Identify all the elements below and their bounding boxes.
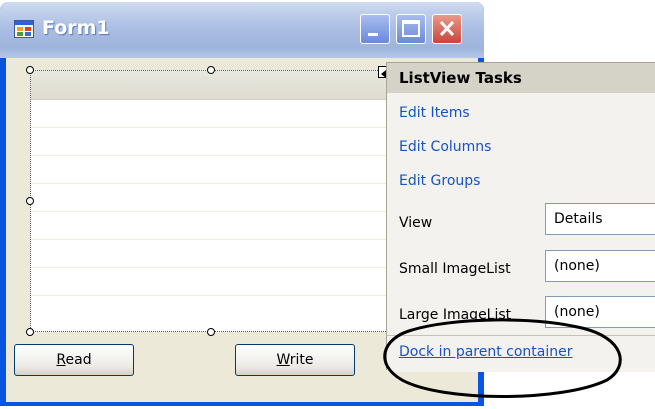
large-imagelist-dropdown[interactable]: (none) — [545, 296, 655, 328]
dock-section: Dock in parent container — [387, 335, 655, 372]
resize-handle-bottom[interactable] — [207, 328, 215, 336]
list-view-header — [31, 71, 391, 100]
close-icon — [439, 20, 455, 37]
dock-in-parent-container-link[interactable]: Dock in parent container — [399, 344, 573, 360]
large-imagelist-label: Large ImageList — [399, 307, 512, 323]
write-button[interactable]: Write — [235, 344, 355, 376]
list-row-line — [31, 267, 391, 268]
list-row-line — [31, 239, 391, 240]
list-row-line — [31, 127, 391, 128]
read-button[interactable]: Read — [14, 344, 134, 376]
window-title: Form1 — [42, 17, 110, 39]
edit-columns-link[interactable]: Edit Columns — [399, 139, 491, 155]
listview-tasks-panel: ListView Tasks Edit Items Edit Columns E… — [386, 62, 655, 372]
form-app-icon — [14, 20, 34, 38]
resize-handle-top[interactable] — [207, 66, 215, 74]
edit-groups-link[interactable]: Edit Groups — [399, 173, 480, 189]
title-bar[interactable]: Form1 — [0, 2, 484, 58]
list-row-line — [31, 295, 391, 296]
write-button-label-rest: rite — [289, 352, 314, 368]
close-button[interactable] — [432, 14, 462, 44]
resize-handle-left[interactable] — [26, 197, 34, 205]
minimize-icon — [368, 33, 378, 36]
resize-handle-top-left[interactable] — [26, 66, 34, 74]
list-row-line — [31, 183, 391, 184]
read-button-label-rest: ead — [65, 352, 92, 368]
list-view-control[interactable] — [30, 70, 392, 332]
minimize-button[interactable] — [360, 14, 390, 44]
list-row-line — [31, 211, 391, 212]
small-imagelist-dropdown[interactable]: (none) — [545, 250, 655, 282]
list-row-line — [31, 155, 391, 156]
edit-items-link[interactable]: Edit Items — [399, 105, 470, 121]
small-imagelist-label: Small ImageList — [399, 261, 511, 277]
maximize-icon — [402, 20, 420, 37]
resize-handle-bottom-left[interactable] — [26, 328, 34, 336]
tasks-panel-title: ListView Tasks — [387, 63, 655, 93]
view-label: View — [399, 215, 433, 231]
maximize-button[interactable] — [396, 14, 426, 44]
view-dropdown[interactable]: Details — [545, 203, 655, 235]
